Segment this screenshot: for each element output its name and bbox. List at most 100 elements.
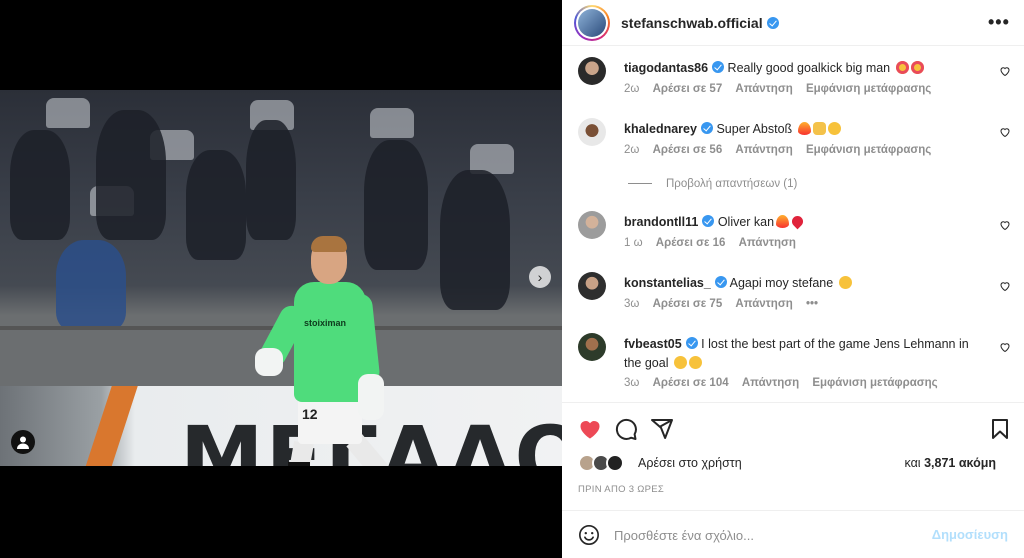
goalkeeper-glove [255,348,283,376]
emoji-picker-icon[interactable] [578,524,600,546]
verified-badge-icon [712,61,725,73]
verified-badge-icon [685,337,698,349]
reply-button[interactable]: Απάντηση [735,298,792,310]
star-struck-emoji [895,61,909,74]
comment-input[interactable] [614,525,914,545]
reply-button[interactable]: Απάντηση [735,144,792,156]
post-timestamp[interactable]: ΠΡΙΝ ΑΠΟ 3 ΩΡΕΣ [578,484,664,495]
comment-icon[interactable] [614,417,638,441]
like-comment-heart-icon[interactable] [999,341,1011,353]
translate-button[interactable]: Εμφάνιση μετάφρασης [806,83,931,95]
commenter-avatar[interactable] [578,333,606,361]
comment-username[interactable]: konstantelias_ [624,276,711,290]
verified-badge-icon [700,122,713,134]
star-struck-emoji [910,61,924,74]
share-icon[interactable] [650,417,674,441]
comment-body: Oliver kan [717,215,775,229]
translate-button[interactable]: Εμφάνιση μετάφρασης [812,377,937,389]
tears-of-joy-emoji [838,276,852,289]
comment-text: tiagodantas86 Really good goalkick big m… [624,59,984,78]
grin-sweat-emoji [688,356,702,369]
comment-likes[interactable]: Αρέσει σε 56 [653,144,723,156]
liked-by-text[interactable]: Αρέσει στο χρήστη [638,456,742,470]
more-options-button[interactable]: ••• [988,12,1010,32]
like-comment-heart-icon[interactable] [999,219,1011,231]
liked-heart-icon[interactable] [578,417,602,441]
owner-avatar [578,9,606,37]
like-comment-heart-icon[interactable] [999,280,1011,292]
likes-summary: Αρέσει στο χρήστη και 3,871 ακόμη [578,452,1018,474]
view-replies-button[interactable]: Προβολή απαντήσεων (1) [628,178,797,190]
reply-button[interactable]: Απάντηση [739,237,796,249]
shirt-number: 12 [302,406,318,422]
grin-sweat-emoji [673,356,687,369]
save-bookmark-icon[interactable] [988,417,1012,441]
goalkeeper: 12 stoiximan [0,90,562,466]
comment-body: Agapi moy stefane [729,276,834,290]
view-replies-label: Προβολή απαντήσεων (1) [666,178,798,190]
owner-username-text: stefanschwab.official [621,15,763,31]
comment-body: Super Abstoß [716,122,793,136]
comment-meta: 1 ω Αρέσει σε 16 Απάντηση [624,237,806,249]
translate-button[interactable]: Εμφάνιση μετάφρασης [806,144,931,156]
commenter-avatar[interactable] [578,211,606,239]
shirt-sponsor: stoiximan [303,318,346,328]
comment-meta: 3ω Αρέσει σε 104 Απάντηση Εμφάνιση μετάφ… [624,377,948,389]
user-tag-icon [17,436,29,449]
commenter-avatar[interactable] [578,118,606,146]
comment-time[interactable]: 2ω [624,144,639,156]
owner-username[interactable]: stefanschwab.official [621,15,779,31]
clap-emoji [812,122,826,135]
liker-avatar [606,454,624,472]
post-media: ΜΕΓΑΛΟΣ 12 stoiximan › [0,0,562,558]
comment-meta: 2ω Αρέσει σε 57 Απάντηση Εμφάνιση μετάφρ… [624,83,941,95]
verified-badge-icon [714,276,727,288]
post-comment-button[interactable]: Δημοσίευση [932,527,1008,542]
comment-username[interactable]: fvbeast05 [624,337,682,351]
comments-list: tiagodantas86 Really good goalkick big m… [562,47,1024,401]
smile-emoji [827,122,841,135]
likes-others-count: 3,871 ακόμη [924,456,996,470]
comment-likes[interactable]: Αρέσει σε 104 [653,377,729,389]
comment-username[interactable]: khalednarey [624,122,697,136]
verified-badge-icon [702,215,715,227]
comment-body: Really good goalkick big man [727,61,891,75]
comment-likes[interactable]: Αρέσει σε 57 [653,83,723,95]
like-comment-heart-icon[interactable] [999,126,1011,138]
story-ring[interactable] [574,5,610,41]
comment-text: khalednarey Super Abstoß [624,120,984,139]
next-slide-button[interactable]: › [529,266,551,288]
likes-and-text: και [904,456,921,470]
comment-time[interactable]: 3ω [624,298,639,310]
tagged-users-button[interactable] [11,430,35,454]
comment-meta: 2ω Αρέσει σε 56 Απάντηση Εμφάνιση μετάφρ… [624,144,941,156]
comment-time[interactable]: 1 ω [624,237,643,249]
goalkeeper-sock [288,462,310,466]
heart-emoji [789,213,806,230]
comment-likes[interactable]: Αρέσει σε 16 [656,237,726,249]
post-header: stefanschwab.official ••• [562,0,1024,46]
reply-button[interactable]: Απάντηση [735,83,792,95]
commenter-avatar[interactable] [578,272,606,300]
comment-username[interactable]: brandontll11 [624,215,698,229]
commenter-avatar[interactable] [578,57,606,85]
fire-emoji [797,122,811,135]
add-comment-bar: Δημοσίευση [562,510,1024,558]
replies-divider [628,183,652,184]
comment-username[interactable]: tiagodantas86 [624,61,708,75]
comment-meta: 3ω Αρέσει σε 75 Απάντηση ••• [624,298,828,310]
like-comment-heart-icon[interactable] [999,65,1011,77]
comment-text: brandontll11 Oliver kan [624,213,984,232]
comment-text: konstantelias_ Agapi moy stefane [624,274,984,293]
verified-badge-icon [766,17,779,29]
likes-count[interactable]: και 3,871 ακόμη [904,456,996,470]
fire-emoji [776,215,790,228]
goalkeeper-shirt [294,282,366,402]
goalkeeper-glove [358,374,384,420]
comment-time[interactable]: 3ω [624,377,639,389]
comment-likes[interactable]: Αρέσει σε 75 [653,298,723,310]
comment-time[interactable]: 2ω [624,83,639,95]
goalkeeper-hair [311,236,347,252]
comment-options-button[interactable]: ••• [806,298,818,310]
reply-button[interactable]: Απάντηση [742,377,799,389]
